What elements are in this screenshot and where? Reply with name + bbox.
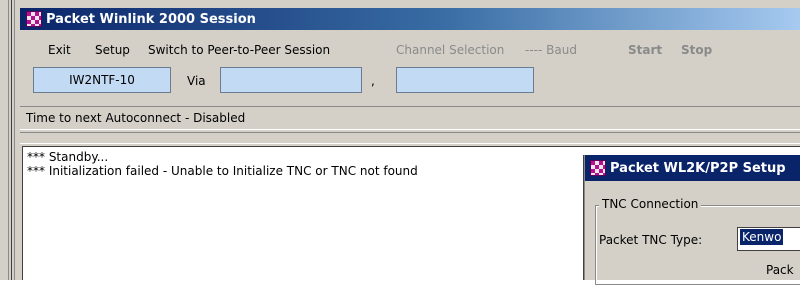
background-window-edge: [0, 0, 20, 280]
callsign-value: IW2NTF-10: [69, 73, 135, 87]
via-label: Via: [187, 74, 206, 88]
title-bar[interactable]: Packet Winlink 2000 Session: [20, 8, 800, 30]
tnc-connection-label: TNC Connection: [599, 197, 702, 211]
autoconnect-status: Time to next Autoconnect - Disabled: [20, 106, 800, 130]
callsign-field[interactable]: IW2NTF-10: [33, 67, 171, 93]
progress-bar: [20, 132, 800, 144]
via-separator: ,: [371, 74, 375, 88]
dialog-title: Packet WL2K/P2P Setup: [610, 160, 786, 176]
menu-exit[interactable]: Exit: [48, 43, 71, 57]
tnc-type-label: Packet TNC Type:: [599, 233, 703, 247]
dialog-title-bar[interactable]: Packet WL2K/P2P Setup: [585, 155, 800, 181]
autoconnect-text: Time to next Autoconnect - Disabled: [26, 111, 246, 125]
tnc-type-value: Kenwo: [740, 229, 784, 245]
window-title: Packet Winlink 2000 Session: [46, 11, 256, 27]
menu-start[interactable]: Start: [628, 43, 662, 57]
via-field[interactable]: [220, 67, 362, 93]
menu-bar: Exit Setup Switch to Peer-to-Peer Sessio…: [20, 37, 800, 63]
menu-stop[interactable]: Stop: [681, 43, 712, 57]
menu-baud[interactable]: ---- Baud: [525, 43, 577, 57]
packet-label: Pack: [766, 263, 794, 277]
tnc-type-select[interactable]: Kenwo: [737, 227, 800, 251]
checkered-app-icon: [590, 160, 606, 176]
menu-switch-p2p[interactable]: Switch to Peer-to-Peer Session: [148, 43, 330, 57]
via-field-2[interactable]: [396, 67, 534, 93]
checkered-app-icon: [26, 11, 42, 27]
menu-channel-selection[interactable]: Channel Selection: [396, 43, 504, 57]
menu-setup[interactable]: Setup: [95, 43, 130, 57]
setup-dialog: Packet WL2K/P2P Setup TNC Connection Pac…: [585, 155, 800, 285]
